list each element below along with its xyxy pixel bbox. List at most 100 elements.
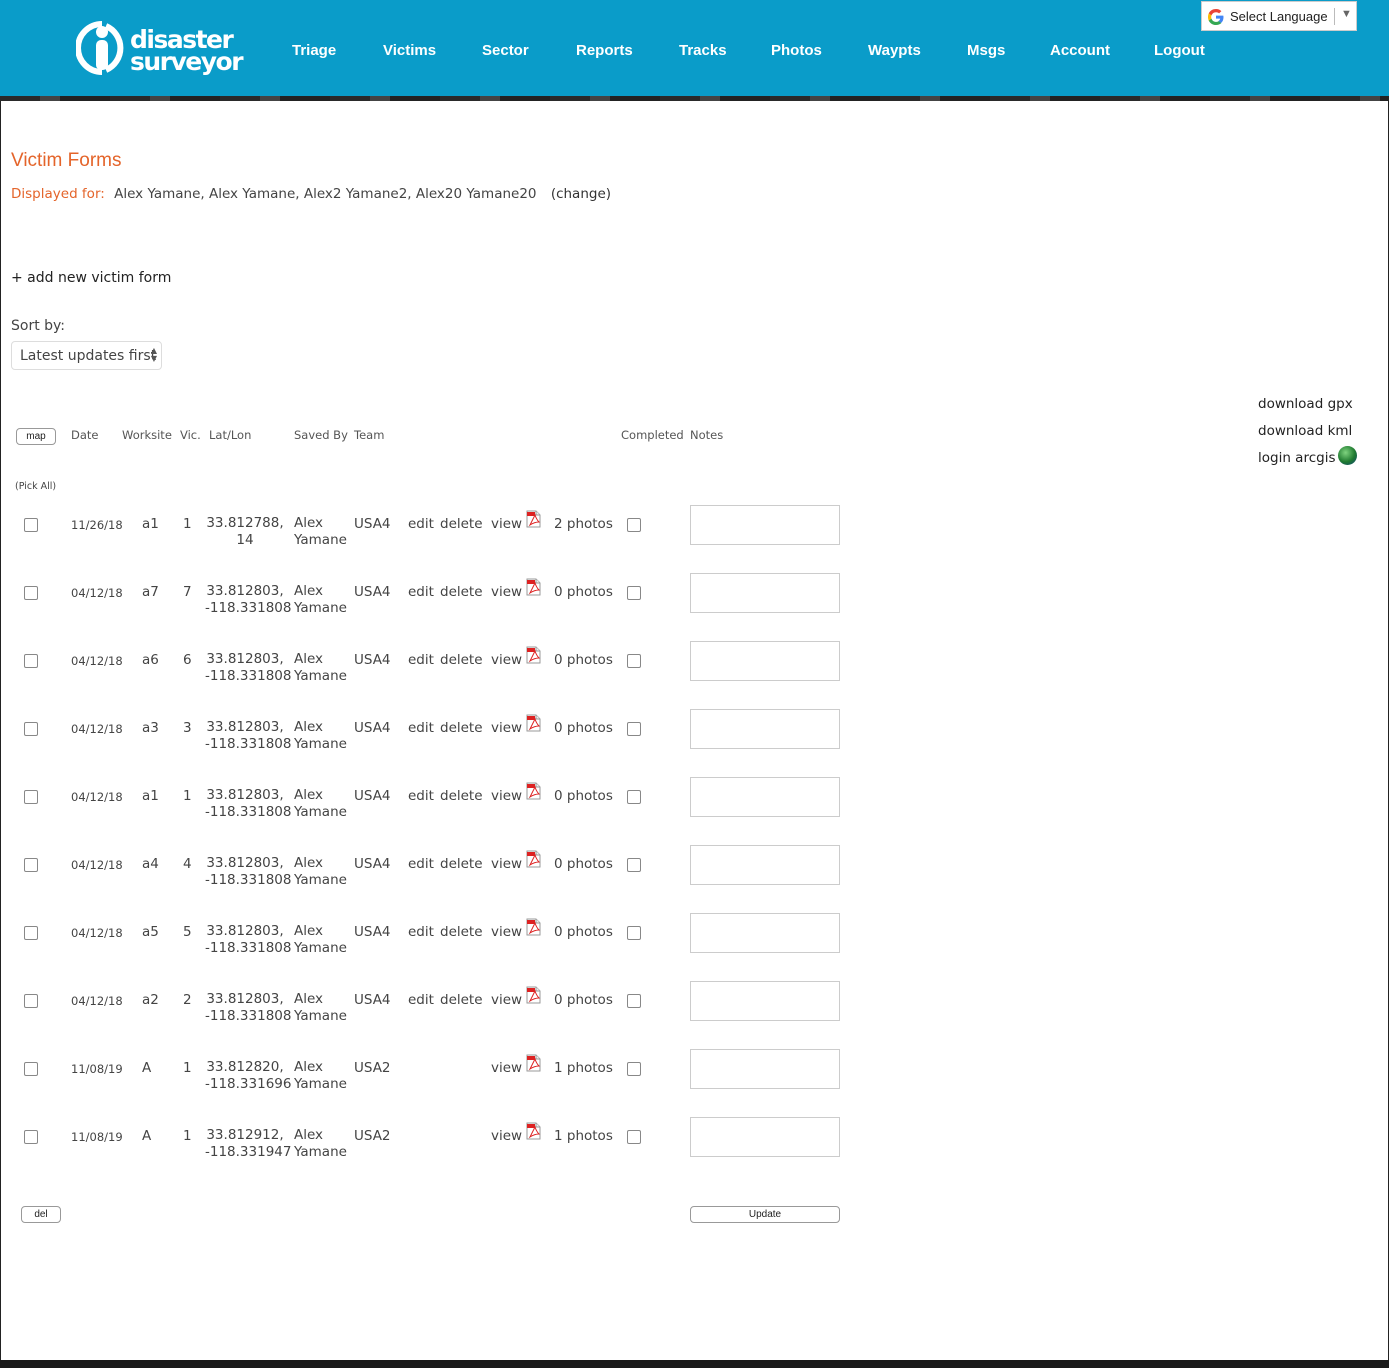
sort-select[interactable]: Latest updates first ▲ ▼ xyxy=(11,341,162,370)
row-notes-field[interactable] xyxy=(690,777,840,817)
pick-all-link[interactable]: (Pick All) xyxy=(15,481,56,492)
add-new-victim-form-link[interactable]: + add new victim form xyxy=(11,270,171,286)
pdf-icon[interactable] xyxy=(526,986,541,1004)
view-link[interactable]: view xyxy=(491,584,522,600)
edit-link[interactable]: edit xyxy=(408,788,434,804)
nav-account[interactable]: Account xyxy=(1050,42,1110,59)
delete-link[interactable]: delete xyxy=(440,992,483,1008)
update-button[interactable]: Update xyxy=(690,1206,840,1223)
row-select-checkbox[interactable] xyxy=(24,654,38,668)
row-notes-field[interactable] xyxy=(690,573,840,613)
row-photos-link[interactable]: 0 photos xyxy=(554,720,613,736)
row-select-checkbox[interactable] xyxy=(24,790,38,804)
row-select-checkbox[interactable] xyxy=(24,926,38,940)
delete-link[interactable]: delete xyxy=(440,788,483,804)
nav-triage[interactable]: Triage xyxy=(292,42,336,59)
edit-link[interactable]: edit xyxy=(408,516,434,532)
pdf-icon[interactable] xyxy=(526,646,541,664)
view-link[interactable]: view xyxy=(491,652,522,668)
row-notes-field[interactable] xyxy=(690,845,840,885)
row-select-checkbox[interactable] xyxy=(24,586,38,600)
pdf-icon[interactable] xyxy=(526,782,541,800)
row-photos-link[interactable]: 0 photos xyxy=(554,584,613,600)
edit-link[interactable]: edit xyxy=(408,924,434,940)
row-photos-link[interactable]: 2 photos xyxy=(554,516,613,532)
row-photos-link[interactable]: 0 photos xyxy=(554,924,613,940)
view-link[interactable]: view xyxy=(491,992,522,1008)
row-select-checkbox[interactable] xyxy=(24,1062,38,1076)
delete-link[interactable]: delete xyxy=(440,652,483,668)
row-completed-checkbox[interactable] xyxy=(627,1130,641,1144)
row-notes-field[interactable] xyxy=(690,981,840,1021)
view-link[interactable]: view xyxy=(491,1060,522,1076)
row-select-checkbox[interactable] xyxy=(24,518,38,532)
pdf-icon[interactable] xyxy=(526,1054,541,1072)
row-photos-link[interactable]: 0 photos xyxy=(554,652,613,668)
change-link[interactable]: (change) xyxy=(551,186,611,202)
view-link[interactable]: view xyxy=(491,788,522,804)
edit-link[interactable]: edit xyxy=(408,856,434,872)
nav-logout[interactable]: Logout xyxy=(1154,42,1205,59)
row-select-checkbox[interactable] xyxy=(24,1130,38,1144)
nav-reports[interactable]: Reports xyxy=(576,42,633,59)
row-completed-checkbox[interactable] xyxy=(627,790,641,804)
row-notes-field[interactable] xyxy=(690,913,840,953)
row-completed-checkbox[interactable] xyxy=(627,654,641,668)
language-select[interactable]: Select Language ▼ xyxy=(1201,1,1357,31)
row-photos-link[interactable]: 1 photos xyxy=(554,1060,613,1076)
pdf-icon[interactable] xyxy=(526,850,541,868)
row-notes-field[interactable] xyxy=(690,641,840,681)
row-photos-link[interactable]: 0 photos xyxy=(554,992,613,1008)
row-completed-checkbox[interactable] xyxy=(627,722,641,736)
pdf-icon[interactable] xyxy=(526,918,541,936)
edit-link[interactable]: edit xyxy=(408,652,434,668)
delete-link[interactable]: delete xyxy=(440,720,483,736)
view-link[interactable]: view xyxy=(491,1128,522,1144)
nav-victims[interactable]: Victims xyxy=(383,42,436,59)
row-notes-field[interactable] xyxy=(690,1117,840,1157)
download-kml-link[interactable]: download kml xyxy=(1258,423,1352,439)
nav-sector[interactable]: Sector xyxy=(482,42,529,59)
pdf-icon[interactable] xyxy=(526,714,541,732)
row-completed-checkbox[interactable] xyxy=(627,858,641,872)
row-select-checkbox[interactable] xyxy=(24,722,38,736)
map-button[interactable]: map xyxy=(16,428,56,445)
pdf-icon[interactable] xyxy=(526,1122,541,1140)
pdf-icon[interactable] xyxy=(526,510,541,528)
row-select-checkbox[interactable] xyxy=(24,994,38,1008)
delete-link[interactable]: delete xyxy=(440,924,483,940)
table-row: 04/12/18 a4 4 33.812803, -118.331808 Alex Yama… xyxy=(0,845,900,905)
row-notes-field[interactable] xyxy=(690,1049,840,1089)
edit-link[interactable]: edit xyxy=(408,720,434,736)
login-arcgis-link[interactable]: login arcgis xyxy=(1258,450,1335,466)
delete-selected-button[interactable]: del xyxy=(21,1206,61,1223)
nav-waypts[interactable]: Waypts xyxy=(868,42,921,59)
row-completed-checkbox[interactable] xyxy=(627,586,641,600)
nav-msgs[interactable]: Msgs xyxy=(967,42,1005,59)
nav-tracks[interactable]: Tracks xyxy=(679,42,727,59)
row-select-checkbox[interactable] xyxy=(24,858,38,872)
view-link[interactable]: view xyxy=(491,516,522,532)
view-link[interactable]: view xyxy=(491,856,522,872)
row-completed-checkbox[interactable] xyxy=(627,926,641,940)
row-completed-checkbox[interactable] xyxy=(627,518,641,532)
view-link[interactable]: view xyxy=(491,720,522,736)
row-completed-checkbox[interactable] xyxy=(627,1062,641,1076)
disaster-surveyor-logo[interactable]: disaster surveyor xyxy=(76,20,258,80)
row-completed-checkbox[interactable] xyxy=(627,994,641,1008)
pdf-icon[interactable] xyxy=(526,578,541,596)
globe-icon[interactable] xyxy=(1338,446,1357,465)
delete-link[interactable]: delete xyxy=(440,584,483,600)
row-photos-link[interactable]: 0 photos xyxy=(554,856,613,872)
row-notes-field[interactable] xyxy=(690,709,840,749)
edit-link[interactable]: edit xyxy=(408,992,434,1008)
row-notes-field[interactable] xyxy=(690,505,840,545)
row-photos-link[interactable]: 0 photos xyxy=(554,788,613,804)
view-link[interactable]: view xyxy=(491,924,522,940)
edit-link[interactable]: edit xyxy=(408,584,434,600)
delete-link[interactable]: delete xyxy=(440,856,483,872)
download-gpx-link[interactable]: download gpx xyxy=(1258,396,1353,412)
delete-link[interactable]: delete xyxy=(440,516,483,532)
nav-photos[interactable]: Photos xyxy=(771,42,822,59)
row-photos-link[interactable]: 1 photos xyxy=(554,1128,613,1144)
